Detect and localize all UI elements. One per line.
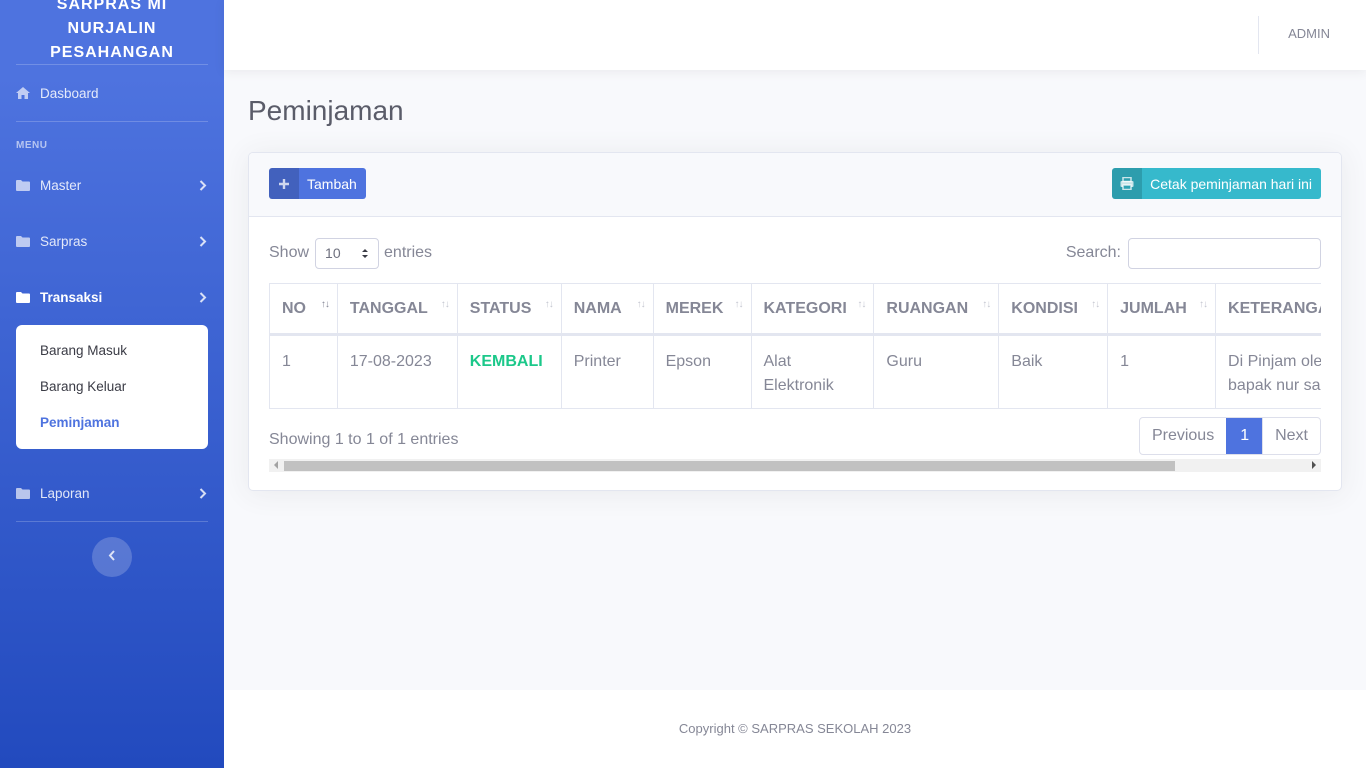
search-input[interactable]	[1128, 237, 1321, 269]
folder-icon	[16, 178, 30, 192]
cell-jumlah: 1	[1107, 334, 1217, 409]
card-body: Show 10 entries Search: NO ↑↓ TANGGAL ↑↓…	[249, 217, 1341, 490]
folder-icon	[16, 234, 30, 248]
column-header-status[interactable]: STATUS ↑↓	[456, 283, 562, 336]
cell-ruangan: Guru	[873, 334, 1000, 409]
column-header-no[interactable]: NO ↑↓	[269, 283, 338, 336]
chevron-left-icon	[108, 548, 116, 566]
sort-icon: ↑↓	[544, 299, 554, 310]
sidebar-item-transaksi[interactable]: Transaksi	[0, 269, 224, 325]
home-icon	[16, 86, 30, 100]
cell-no: 1	[269, 334, 338, 409]
sidebar-item-label: Dasboard	[40, 85, 99, 101]
datatable-footer: Showing 1 to 1 of 1 entries Previous 1 N…	[269, 417, 1321, 457]
sidebar: SARPRAS MI NURJALIN PESAHANGAN Dasboard …	[0, 0, 224, 768]
scrollbar-thumb[interactable]	[284, 461, 1175, 471]
submenu-item-barang-masuk[interactable]: Barang Masuk	[16, 333, 208, 369]
show-label: Show	[269, 244, 310, 261]
cell-kategori: Alat Elektronik	[750, 334, 875, 409]
page-1-button[interactable]: 1	[1226, 418, 1263, 454]
sort-icon: ↑↓	[734, 299, 744, 310]
entries-select[interactable]: 10	[315, 237, 380, 269]
cell-merek: Epson	[652, 334, 752, 409]
add-button-label: Tambah	[307, 175, 357, 192]
sidebar-item-label: Master	[40, 177, 82, 193]
column-header-jumlah[interactable]: JUMLAH ↑↓	[1107, 283, 1217, 336]
scroll-left-icon[interactable]	[274, 461, 278, 469]
sidebar-item-master[interactable]: Master	[0, 157, 224, 213]
sort-icon: ↑↓	[982, 299, 991, 310]
sort-icon: ↑↓	[320, 299, 330, 310]
search-label: Search:	[1065, 244, 1121, 261]
horizontal-scrollbar[interactable]	[269, 459, 1321, 472]
sidebar-brand[interactable]: SARPRAS MI NURJALIN PESAHANGAN	[0, 0, 224, 64]
sort-icon: ↑↓	[440, 299, 450, 310]
sidebar-toggle-button[interactable]	[92, 537, 132, 577]
next-page-button[interactable]: Next	[1262, 418, 1320, 454]
datatable-controls: Show 10 entries Search:	[269, 237, 1321, 269]
submenu-item-peminjaman[interactable]: Peminjaman	[16, 405, 208, 441]
folder-icon	[16, 486, 30, 500]
sort-icon: ↑↓	[636, 299, 646, 310]
peminjaman-card: Tambah Cetak peminjaman hari ini Show 10	[248, 152, 1342, 491]
card-header: Tambah Cetak peminjaman hari ini	[249, 153, 1341, 217]
column-header-nama[interactable]: NAMA ↑↓	[560, 283, 654, 336]
entries-length: Show 10 entries	[269, 237, 432, 269]
chevron-right-icon	[198, 235, 208, 247]
page-title: Peminjaman	[248, 95, 404, 126]
cell-status: KEMBALI	[456, 334, 562, 409]
transaksi-submenu: Barang Masuk Barang Keluar Peminjaman	[16, 325, 208, 449]
column-header-ruangan[interactable]: RUANGAN ↑↓	[873, 283, 1000, 336]
sidebar-heading: MENU	[16, 140, 48, 151]
main-content: Peminjaman Tambah Cetak peminjaman hari …	[248, 70, 1342, 491]
copyright-text: Copyright © SARPRAS SEKOLAH 2023	[678, 721, 912, 736]
previous-page-button[interactable]: Previous	[1140, 418, 1226, 454]
table-row: 1 17-08-2023 KEMBALI Printer Epson Alat E…	[269, 334, 1321, 409]
column-header-keterangan[interactable]: KETERANGAN↑↓	[1215, 283, 1321, 336]
table-header-row: NO ↑↓ TANGGAL ↑↓ STATUS ↑↓ NAMA ↑↓ MEREK ↑↓ K…	[269, 283, 1321, 336]
pagination: Previous 1 Next	[1138, 417, 1321, 455]
sidebar-item-laporan[interactable]: Laporan	[0, 465, 224, 521]
chevron-right-icon	[198, 179, 208, 191]
datatable-search: Search:	[1066, 237, 1321, 269]
cell-nama: Printer	[560, 334, 654, 409]
sort-caret-icon	[361, 247, 369, 263]
sort-icon: ↑↓	[1091, 299, 1100, 310]
print-button-label: Cetak peminjaman hari ini	[1150, 175, 1312, 192]
column-header-kondisi[interactable]: KONDISI ↑↓	[998, 283, 1109, 336]
column-header-merek[interactable]: MEREK ↑↓	[652, 283, 752, 336]
chevron-right-icon	[198, 291, 208, 303]
sidebar-divider	[16, 521, 208, 522]
table-wrapper: NO ↑↓ TANGGAL ↑↓ STATUS ↑↓ NAMA ↑↓ MEREK ↑↓ K…	[269, 283, 1321, 409]
sort-icon: ↑↓	[1199, 299, 1208, 310]
print-icon	[1112, 168, 1143, 199]
submenu-item-barang-keluar[interactable]: Barang Keluar	[16, 369, 208, 405]
topbar-divider	[1258, 16, 1259, 54]
print-today-button[interactable]: Cetak peminjaman hari ini	[1112, 168, 1321, 199]
topbar: ADMIN	[224, 0, 1366, 70]
sidebar-item-sarpras[interactable]: Sarpras	[0, 213, 224, 269]
peminjaman-table: NO ↑↓ TANGGAL ↑↓ STATUS ↑↓ NAMA ↑↓ MEREK ↑↓ K…	[269, 283, 1321, 409]
sidebar-item-label: Transaksi	[40, 289, 103, 305]
sidebar-item-label: Laporan	[40, 485, 90, 501]
user-menu[interactable]: ADMIN	[1288, 26, 1330, 41]
entries-label: entries	[384, 244, 433, 261]
scroll-right-icon[interactable]	[1312, 461, 1316, 469]
column-header-kategori[interactable]: KATEGORI ↑↓	[750, 283, 875, 336]
column-header-tanggal[interactable]: TANGGAL ↑↓	[336, 283, 458, 336]
cell-keterangan: Di Pinjam oleh bapak nur sa	[1215, 334, 1321, 409]
table-info: Showing 1 to 1 of 1 entries	[269, 431, 459, 448]
sidebar-item-label: Sarpras	[40, 233, 88, 249]
footer: Copyright © SARPRAS SEKOLAH 2023	[224, 690, 1366, 768]
plus-icon	[269, 168, 299, 199]
entries-value: 10	[325, 245, 341, 261]
cell-tanggal: 17-08-2023	[336, 334, 458, 409]
chevron-right-icon	[198, 487, 208, 499]
sort-icon: ↑↓	[857, 299, 866, 310]
cell-kondisi: Baik	[998, 334, 1109, 409]
sidebar-item-dashboard[interactable]: Dasboard	[0, 65, 224, 121]
add-button[interactable]: Tambah	[269, 168, 366, 199]
folder-icon	[16, 290, 30, 304]
